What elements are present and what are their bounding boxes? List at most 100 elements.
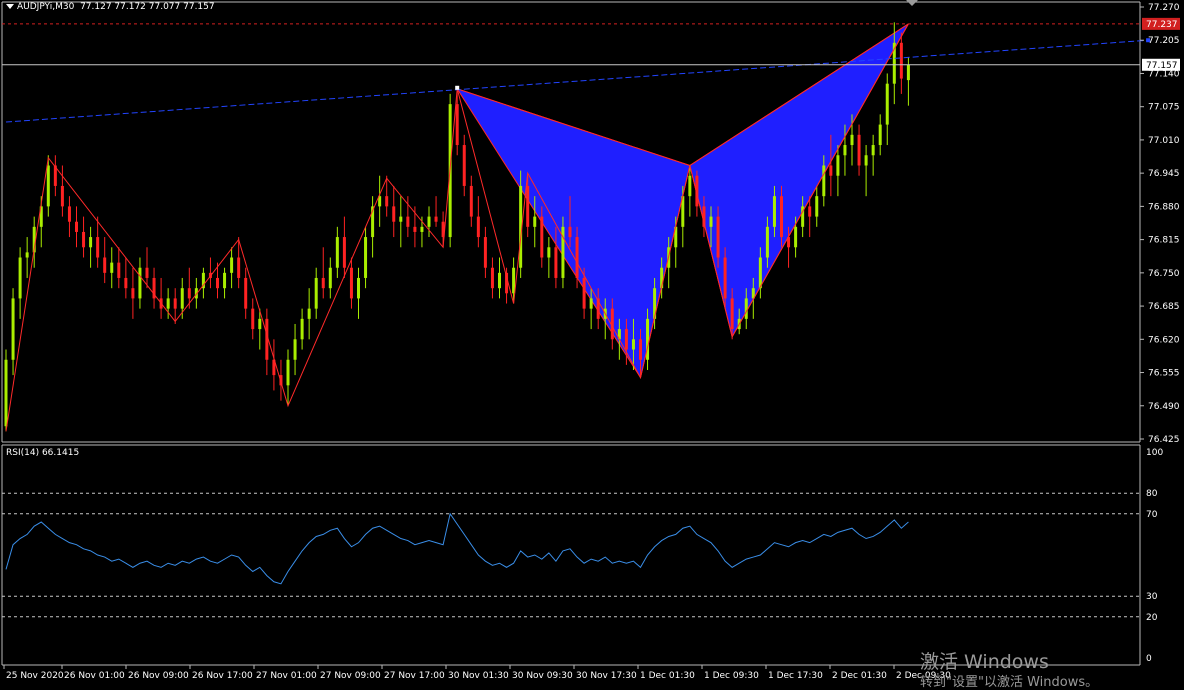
candle-body[interactable] (392, 206, 396, 222)
candle-body[interactable] (547, 247, 551, 258)
candle-body[interactable] (187, 288, 191, 299)
candle-body[interactable] (554, 247, 558, 278)
candle-body[interactable] (286, 359, 290, 386)
candle-body[interactable] (321, 277, 325, 289)
candle-body[interactable] (420, 226, 424, 232)
candle-body[interactable] (96, 237, 100, 258)
candle-body[interactable] (878, 124, 882, 146)
candle-body[interactable] (413, 226, 417, 232)
candle-body[interactable] (808, 206, 812, 217)
candle-body[interactable] (871, 145, 875, 156)
candle-body[interactable] (342, 237, 346, 268)
chart-canvas: 77.270 77.205 77.140 77.075 77.010 76.945 76.8… (0, 0, 1184, 686)
candle-body[interactable] (582, 277, 586, 309)
candle-body[interactable] (624, 329, 628, 350)
price-tick-label: 76.685 (1148, 302, 1180, 312)
candle-body[interactable] (244, 277, 248, 309)
candle-body[interactable] (829, 165, 833, 176)
candle-body[interactable] (427, 216, 431, 227)
candle-body[interactable] (237, 257, 241, 278)
candle-body[interactable] (906, 64, 910, 81)
candle-body[interactable] (885, 83, 889, 125)
candle-body[interactable] (4, 359, 8, 427)
candle-body[interactable] (67, 206, 71, 222)
candle-body[interactable] (328, 267, 332, 289)
candle-body[interactable] (117, 262, 121, 278)
candle-body[interactable] (639, 339, 642, 360)
candle-body[interactable] (455, 104, 459, 146)
candle-body[interactable] (60, 185, 64, 207)
candle-body[interactable] (335, 237, 339, 268)
candle-body[interactable] (857, 134, 861, 166)
candle-body[interactable] (490, 267, 494, 289)
candle-body[interactable] (173, 298, 177, 309)
candle-body[interactable] (498, 272, 501, 289)
candle-body[interactable] (483, 237, 487, 268)
candle-body[interactable] (836, 155, 840, 176)
candle-body[interactable] (75, 221, 78, 232)
candle-body[interactable] (709, 216, 713, 227)
candle-body[interactable] (180, 288, 184, 309)
candle-body[interactable] (216, 277, 219, 289)
candle-body[interactable] (540, 216, 544, 258)
candle-body[interactable] (575, 237, 579, 278)
candle-body[interactable] (631, 339, 635, 350)
candle-body[interactable] (46, 165, 50, 207)
candle-body[interactable] (688, 175, 692, 197)
candle-body[interactable] (18, 257, 22, 299)
candle-body[interactable] (822, 165, 826, 197)
price-tick-label: 76.425 (1148, 435, 1180, 445)
candle-body[interactable] (568, 226, 572, 238)
candle-body[interactable] (526, 185, 530, 227)
candle-body[interactable] (589, 298, 593, 309)
candle-body[interactable] (758, 257, 762, 289)
candle-body[interactable] (230, 257, 234, 273)
candle-body[interactable] (307, 308, 311, 319)
candle-body[interactable] (314, 277, 318, 309)
candle-body[interactable] (103, 257, 107, 273)
candle-body[interactable] (765, 226, 769, 258)
candle-body[interactable] (716, 216, 720, 258)
candle-body[interactable] (89, 237, 93, 248)
candle-body[interactable] (864, 155, 868, 166)
candle-body[interactable] (110, 262, 114, 273)
candle-body[interactable] (25, 252, 29, 258)
candle-body[interactable] (899, 42, 903, 79)
candle-body[interactable] (223, 272, 227, 289)
candle-body[interactable] (476, 216, 480, 238)
candle-body[interactable] (251, 308, 255, 330)
candle-body[interactable] (258, 318, 262, 330)
candle-body[interactable] (357, 277, 360, 299)
candle-body[interactable] (138, 267, 142, 299)
candle-body[interactable] (469, 185, 473, 217)
candle-body[interactable] (744, 298, 748, 319)
candle-body[interactable] (815, 196, 819, 217)
candle-body[interactable] (82, 231, 86, 248)
candle-body[interactable] (533, 216, 537, 227)
pattern-anchor-point[interactable] (455, 85, 460, 90)
candle-body[interactable] (434, 216, 438, 222)
time-tick-label: 30 Nov 09:30 (512, 671, 573, 681)
candle-body[interactable] (794, 226, 798, 248)
candle-body[interactable] (843, 145, 847, 156)
candle-body[interactable] (349, 267, 353, 299)
candle-body[interactable] (730, 298, 734, 330)
candle-body[interactable] (300, 318, 304, 340)
candle-body[interactable] (293, 339, 297, 360)
candle-body[interactable] (772, 196, 776, 227)
time-tick-label: 27 Nov 01:00 (256, 671, 317, 681)
dropdown-triangle-icon[interactable] (6, 4, 14, 9)
candle-body[interactable] (124, 277, 128, 289)
candle-body[interactable] (780, 196, 783, 238)
candle-body[interactable] (406, 216, 410, 227)
candle-body[interactable] (364, 237, 368, 278)
candle-body[interactable] (166, 298, 170, 309)
candle-body[interactable] (462, 145, 466, 186)
candle-body[interactable] (131, 288, 135, 299)
candle-body[interactable] (145, 267, 149, 278)
candle-body[interactable] (385, 196, 389, 207)
candle-body[interactable] (723, 257, 727, 299)
candle-body[interactable] (399, 216, 403, 222)
candle-body[interactable] (11, 298, 15, 360)
candle-body[interactable] (850, 134, 854, 146)
